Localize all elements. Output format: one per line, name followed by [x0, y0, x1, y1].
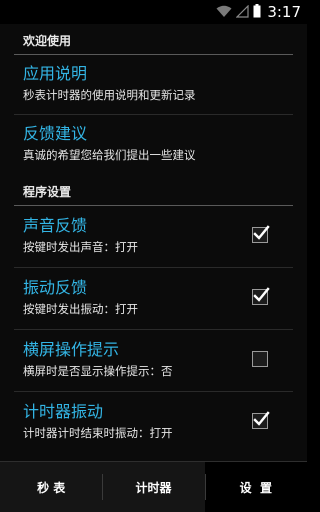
pref-title: 反馈建议 [23, 124, 88, 143]
pref-title: 应用说明 [23, 64, 88, 83]
pref-feedback[interactable]: 反馈建议 真诚的希望您给我们提出一些建议 [0, 115, 307, 175]
pref-vibrate-feedback[interactable]: 振动反馈 按键时发出振动：打开 [0, 268, 307, 330]
tab-label: 计时器 [135, 480, 172, 495]
pref-landscape-hint[interactable]: 横屏操作提示 横屏时是否显示操作提示：否 [0, 330, 307, 392]
section-header-label: 程序设置 [23, 185, 72, 199]
tab-settings[interactable]: 设 置 [204, 462, 307, 512]
tab-timer[interactable]: 计时器 [102, 462, 204, 512]
status-bar: 3:17 [0, 0, 307, 24]
landscape-hint-checkbox[interactable] [252, 351, 268, 367]
tab-stopwatch[interactable]: 秒 表 [0, 462, 102, 512]
status-clock: 3:17 [267, 3, 301, 21]
bottom-tab-bar: 秒 表 计时器 设 置 [0, 461, 307, 512]
settings-list: 欢迎使用 应用说明 秒表计时器的使用说明和更新记录 反馈建议 真诚的希望您给我们… [0, 24, 307, 461]
section-header-welcome: 欢迎使用 [0, 24, 307, 55]
battery-icon [253, 3, 261, 22]
wifi-icon [216, 3, 232, 22]
checkmark-icon [253, 287, 270, 302]
tab-label: 设 置 [239, 480, 272, 495]
section-header-settings: 程序设置 [0, 175, 307, 206]
timer-vibrate-checkbox[interactable] [252, 411, 270, 429]
vibrate-feedback-checkbox[interactable] [252, 287, 270, 305]
tab-label: 秒 表 [37, 480, 66, 495]
pref-summary: 秒表计时器的使用说明和更新记录 [23, 88, 196, 102]
checkmark-icon [253, 411, 270, 426]
pref-summary: 真诚的希望您给我们提出一些建议 [23, 148, 196, 162]
pref-app-guide[interactable]: 应用说明 秒表计时器的使用说明和更新记录 [0, 55, 307, 115]
pref-timer-vibrate[interactable]: 计时器振动 计时器计时结束时振动：打开 [0, 392, 307, 454]
sound-feedback-checkbox[interactable] [252, 225, 270, 243]
section-header-label: 欢迎使用 [23, 34, 72, 48]
signal-icon [235, 3, 249, 22]
pref-sound-feedback[interactable]: 声音反馈 按键时发出声音：打开 [0, 206, 307, 268]
checkmark-icon [253, 225, 270, 240]
